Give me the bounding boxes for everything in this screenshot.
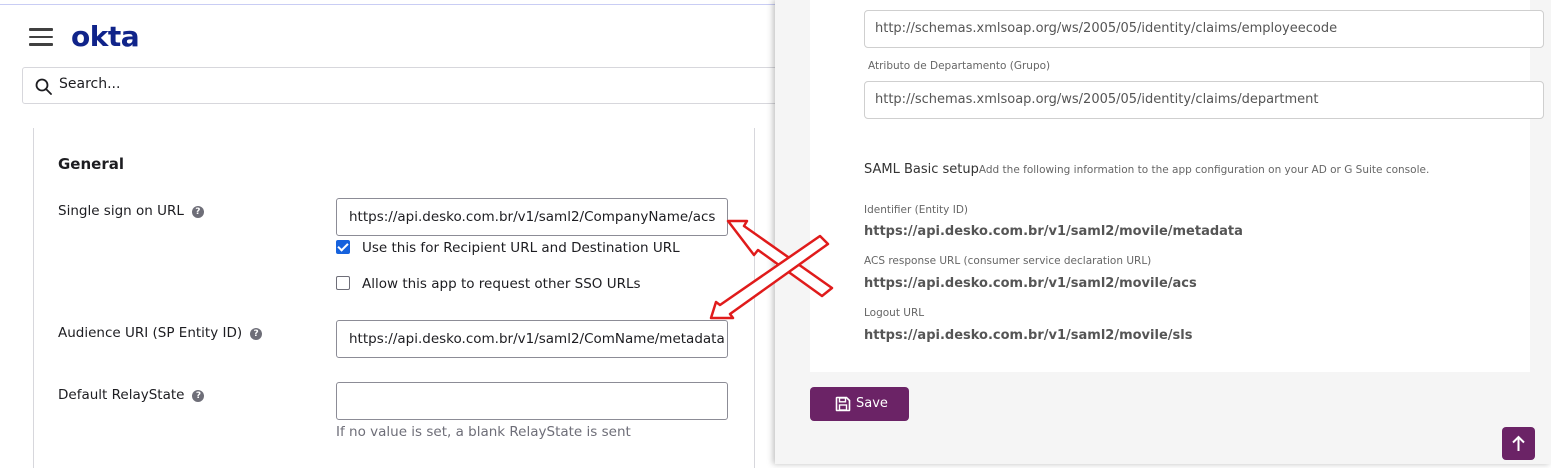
sso-url-label: Single sign on URL?	[58, 203, 204, 219]
department-attribute-label: Atributo de Departamento (Grupo)	[868, 60, 1051, 72]
okta-logo[interactable]: okta	[71, 20, 140, 53]
department-claim-input[interactable]: http://schemas.xmlsoap.org/ws/2005/05/id…	[864, 81, 1544, 119]
relay-state-input[interactable]	[336, 382, 728, 420]
desko-saml-panel: http://schemas.xmlsoap.org/ws/2005/05/id…	[775, 0, 1551, 464]
top-border	[0, 4, 776, 5]
sso-url-label-text: Single sign on URL	[58, 203, 184, 219]
relay-state-hint: If no value is set, a blank RelayState i…	[336, 424, 631, 440]
save-icon	[835, 396, 851, 412]
search-bar[interactable]	[22, 67, 782, 104]
audience-uri-input[interactable]: https://api.desko.com.br/v1/saml2/ComNam…	[336, 320, 728, 358]
hamburger-icon[interactable]	[29, 28, 53, 46]
saml-basic-setup-heading: SAML Basic setupAdd the following inform…	[864, 162, 1429, 177]
scroll-to-top-button[interactable]	[1502, 427, 1535, 460]
checkmark-icon[interactable]	[336, 240, 350, 254]
logout-url-value: https://api.desko.com.br/v1/saml2/movile…	[864, 328, 1193, 343]
identifier-value: https://api.desko.com.br/v1/saml2/movile…	[864, 224, 1243, 239]
okta-admin-panel: okta General Single sign on URL? https:/…	[0, 0, 782, 468]
saml-basic-setup-title: SAML Basic setup	[864, 162, 979, 177]
saml-basic-setup-subtitle: Add the following information to the app…	[978, 164, 1430, 176]
help-icon[interactable]: ?	[191, 206, 204, 218]
recipient-url-checkbox-label: Use this for Recipient URL and Destinati…	[362, 240, 680, 256]
acs-url-value: https://api.desko.com.br/v1/saml2/movile…	[864, 276, 1197, 291]
recipient-url-checkbox[interactable]: Use this for Recipient URL and Destinati…	[336, 240, 680, 256]
identifier-label: Identifier (Entity ID)	[864, 204, 969, 216]
search-icon	[35, 78, 52, 95]
sso-url-input[interactable]: https://api.desko.com.br/v1/saml2/Compan…	[336, 198, 728, 236]
audience-uri-label-text: Audience URI (SP Entity ID)	[58, 325, 243, 341]
search-input[interactable]	[57, 75, 661, 93]
audience-uri-label: Audience URI (SP Entity ID)?	[58, 325, 263, 341]
save-button[interactable]: Save	[810, 387, 909, 421]
relay-state-label: Default RelayState?	[58, 387, 205, 403]
acs-url-label: ACS response URL (consumer service decla…	[864, 255, 1152, 267]
section-title-general: General	[58, 155, 124, 173]
relay-state-label-text: Default RelayState	[58, 387, 185, 403]
help-icon[interactable]: ?	[250, 328, 263, 340]
checkbox-icon[interactable]	[336, 276, 350, 290]
logout-url-label: Logout URL	[864, 307, 925, 319]
arrow-up-icon	[1512, 435, 1525, 451]
help-icon[interactable]: ?	[192, 390, 205, 402]
saml-config-card: http://schemas.xmlsoap.org/ws/2005/05/id…	[810, 0, 1544, 372]
save-button-label: Save	[856, 396, 888, 411]
other-sso-urls-checkbox-label: Allow this app to request other SSO URLs	[362, 276, 641, 292]
employee-claim-input[interactable]: http://schemas.xmlsoap.org/ws/2005/05/id…	[864, 10, 1544, 48]
other-sso-urls-checkbox[interactable]: Allow this app to request other SSO URLs	[336, 276, 641, 292]
